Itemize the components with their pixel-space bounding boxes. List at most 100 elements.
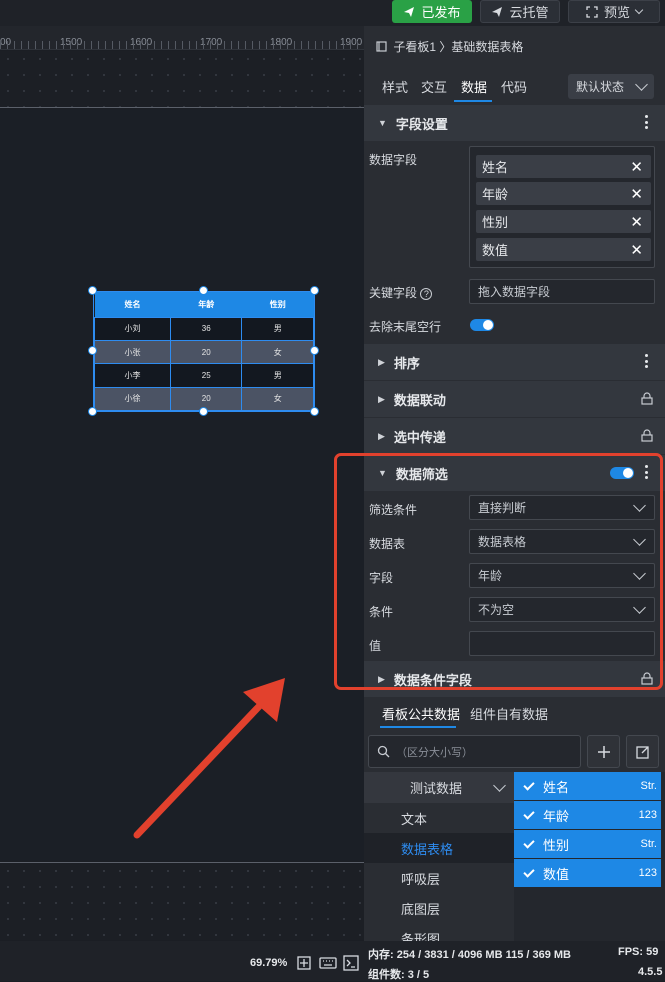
canvas-outside-area <box>0 862 364 940</box>
cloud-host-button[interactable]: 云托管 <box>480 0 560 23</box>
state-select-value: 默认状态 <box>576 80 625 94</box>
more-icon[interactable] <box>645 354 649 371</box>
tab-code[interactable]: 代码 <box>501 77 527 96</box>
annotation-highlight-box <box>334 453 663 690</box>
section-field-settings[interactable]: ▼ 字段设置 <box>364 105 665 141</box>
data-fields-dropzone[interactable]: 姓名 ✕ 年龄 ✕ 性别 ✕ 数值 ✕ <box>469 146 655 268</box>
close-icon[interactable]: ✕ <box>630 241 643 259</box>
tab-board-public-data[interactable]: 看板公共数据 <box>382 704 460 723</box>
table-row: 小张 20 女 <box>94 339 314 365</box>
table-cell: 小李 <box>94 363 171 388</box>
search-placeholder: （区分大小写） <box>396 746 473 759</box>
section-title: 数据联动 <box>393 392 446 408</box>
field-list-item[interactable]: 数值 123 <box>514 859 661 887</box>
more-icon[interactable] <box>645 115 649 132</box>
tab-data[interactable]: 数据 <box>461 77 487 96</box>
section-title: 字段设置 <box>395 116 448 132</box>
key-field-placeholder: 拖入数据字段 <box>478 285 551 299</box>
publish-button[interactable]: 已发布 <box>392 0 472 23</box>
resize-handle[interactable] <box>310 407 319 416</box>
tree-item[interactable]: 文本 <box>364 803 514 833</box>
data-fields-label: 数据字段 <box>369 153 418 167</box>
field-chip[interactable]: 数值 ✕ <box>476 238 651 261</box>
resize-handle[interactable] <box>88 286 97 295</box>
resize-handle[interactable] <box>310 346 319 355</box>
tab-interaction[interactable]: 交互 <box>421 77 447 96</box>
annotation-arrow-icon <box>133 678 285 839</box>
chevron-down-icon <box>493 778 506 792</box>
table-row: 小李 25 男 <box>94 363 314 388</box>
table-cell: 25 <box>169 363 243 388</box>
search-icon <box>377 745 390 758</box>
field-list-item[interactable]: 性别 Str. <box>514 830 661 858</box>
tab-style[interactable]: 样式 <box>382 77 408 96</box>
add-data-button[interactable] <box>587 735 620 768</box>
field-chip[interactable]: 年龄 ✕ <box>476 182 651 205</box>
field-chip[interactable]: 姓名 ✕ <box>476 155 651 178</box>
section-data-linkage[interactable]: ▶ 数据联动 <box>364 381 665 417</box>
tree-item[interactable]: 呼吸层 <box>364 863 514 893</box>
resize-handle[interactable] <box>199 407 208 416</box>
close-icon[interactable]: ✕ <box>630 158 643 176</box>
resize-handle[interactable] <box>88 407 97 416</box>
field-name: 年龄 <box>543 808 570 824</box>
preview-label: 预览 <box>603 5 630 20</box>
tree-item[interactable]: 数据表格 <box>364 833 514 863</box>
table-header-cell: 姓名 <box>94 292 171 317</box>
section-sort[interactable]: ▶ 排序 <box>364 344 665 380</box>
data-table-widget[interactable]: 姓名 年龄 性别 小刘 36 男 小张 20 女 小李 25 男 小徐 20 女 <box>93 291 315 412</box>
key-field-dropzone[interactable]: 拖入数据字段 <box>469 279 655 304</box>
table-cell: 女 <box>241 339 314 365</box>
table-cell: 小徐 <box>94 386 171 412</box>
section-select-pass[interactable]: ▶ 选中传递 <box>364 418 665 454</box>
field-type: 123 <box>638 809 657 821</box>
field-list-item[interactable]: 年龄 123 <box>514 801 661 829</box>
fit-screen-icon[interactable] <box>296 955 312 971</box>
field-chip-label: 姓名 <box>482 160 509 175</box>
send-icon <box>492 6 503 17</box>
keyboard-icon[interactable] <box>319 956 337 970</box>
tree-item[interactable]: 条形图 <box>364 923 514 942</box>
check-icon <box>523 807 535 820</box>
field-chip[interactable]: 性别 ✕ <box>476 210 651 233</box>
help-icon[interactable]: ? <box>420 288 433 300</box>
fullscreen-icon <box>586 5 598 18</box>
tab-component-own-data[interactable]: 组件自有数据 <box>470 704 548 723</box>
fps-readout: FPS: 59 <box>618 946 659 958</box>
close-icon[interactable]: ✕ <box>630 213 643 231</box>
active-tab-indicator <box>454 100 492 102</box>
caret-right-icon: ▶ <box>378 356 385 367</box>
field-chip-label: 年龄 <box>482 187 509 202</box>
tree-item[interactable]: 底图层 <box>364 893 514 923</box>
field-list-item[interactable]: 姓名 Str. <box>514 772 661 800</box>
resize-handle[interactable] <box>88 346 97 355</box>
terminal-icon[interactable] <box>343 955 359 971</box>
resize-handle[interactable] <box>310 286 319 295</box>
caret-right-icon: ▶ <box>378 393 385 404</box>
data-source-tabs: 看板公共数据 组件自有数据 <box>364 698 665 728</box>
edit-icon <box>635 745 649 759</box>
field-type: Str. <box>640 780 657 792</box>
table-cell: 小刘 <box>94 316 171 341</box>
panel-icon <box>376 41 387 52</box>
trim-empty-rows-toggle[interactable] <box>470 319 494 331</box>
edit-data-button[interactable] <box>626 735 659 768</box>
lock-icon <box>641 392 653 405</box>
table-row: 小刘 36 男 <box>94 316 314 341</box>
tree-group-header[interactable]: 测试数据 <box>364 772 514 803</box>
chevron-down-icon <box>635 77 648 91</box>
resize-handle[interactable] <box>199 286 208 295</box>
section-title: 排序 <box>393 355 420 371</box>
check-icon <box>523 778 535 791</box>
lock-icon <box>641 429 653 442</box>
preview-button[interactable]: 预览 <box>568 0 660 23</box>
state-select[interactable]: 默认状态 <box>568 74 654 99</box>
close-icon[interactable]: ✕ <box>630 185 643 203</box>
field-list: 姓名 Str. 年龄 123 性别 Str. 数值 123 <box>514 772 665 941</box>
search-input[interactable]: （区分大小写） <box>368 735 581 768</box>
table-cell: 20 <box>169 339 243 365</box>
field-chip-label: 数值 <box>482 243 509 258</box>
app-statusbar: 内存: 254 / 3831 / 4096 MB 115 / 369 MB FP… <box>364 941 665 981</box>
send-icon <box>404 6 415 17</box>
canvas-outside-area <box>0 51 364 108</box>
